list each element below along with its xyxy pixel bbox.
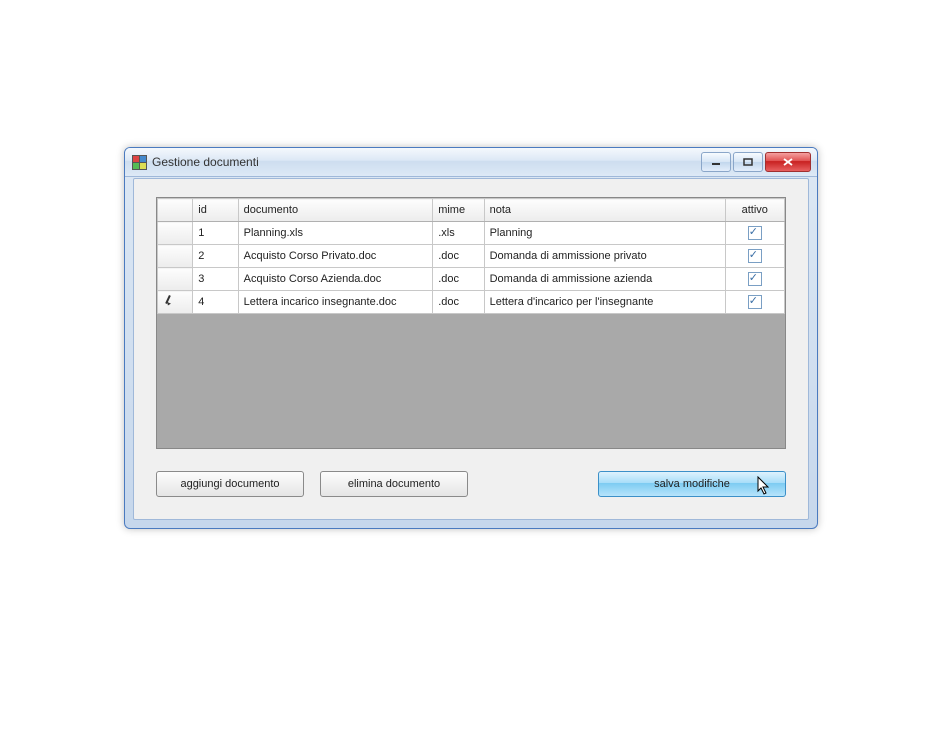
maximize-icon (743, 158, 753, 166)
close-button[interactable] (765, 152, 811, 172)
delete-document-button[interactable]: elimina documento (320, 471, 468, 497)
add-document-button[interactable]: aggiungi documento (156, 471, 304, 497)
cell-mime[interactable]: .xls (433, 222, 484, 245)
cell-documento[interactable]: Planning.xls (238, 222, 433, 245)
row-indicator (158, 245, 193, 268)
grid-header-nota[interactable]: nota (484, 199, 725, 222)
cell-nota[interactable]: Domanda di ammissione privato (484, 245, 725, 268)
grid-header-id[interactable]: id (193, 199, 238, 222)
table-row[interactable]: 4Lettera incarico insegnante.doc.docLett… (158, 291, 785, 314)
cell-attivo[interactable] (725, 222, 785, 245)
attivo-checkbox[interactable] (748, 249, 762, 263)
attivo-checkbox[interactable] (748, 226, 762, 240)
close-icon (783, 158, 793, 166)
cell-mime[interactable]: .doc (433, 268, 484, 291)
cell-attivo[interactable] (725, 291, 785, 314)
attivo-checkbox[interactable] (748, 272, 762, 286)
cell-attivo[interactable] (725, 268, 785, 291)
row-indicator (158, 268, 193, 291)
client-area: id documento mime nota attivo 1Planning.… (133, 178, 809, 520)
cell-attivo[interactable] (725, 245, 785, 268)
attivo-checkbox[interactable] (748, 295, 762, 309)
cell-nota[interactable]: Lettera d'incarico per l'insegnante (484, 291, 725, 314)
minimize-icon (711, 158, 721, 166)
cell-nota[interactable]: Domanda di ammissione azienda (484, 268, 725, 291)
grid-header-attivo[interactable]: attivo (725, 199, 785, 222)
table-row[interactable]: 1Planning.xls.xlsPlanning (158, 222, 785, 245)
button-bar: aggiungi documento elimina documento sal… (156, 471, 786, 497)
edit-indicator-icon (163, 295, 175, 307)
titlebar[interactable]: Gestione documenti (125, 148, 817, 177)
cell-mime[interactable]: .doc (433, 245, 484, 268)
cell-id[interactable]: 1 (193, 222, 238, 245)
grid-header-documento[interactable]: documento (238, 199, 433, 222)
cell-documento[interactable]: Acquisto Corso Azienda.doc (238, 268, 433, 291)
cell-mime[interactable]: .doc (433, 291, 484, 314)
cell-nota[interactable]: Planning (484, 222, 725, 245)
grid-header-indicator[interactable] (158, 199, 193, 222)
maximize-button[interactable] (733, 152, 763, 172)
cell-id[interactable]: 2 (193, 245, 238, 268)
cell-id[interactable]: 4 (193, 291, 238, 314)
row-indicator (158, 222, 193, 245)
minimize-button[interactable] (701, 152, 731, 172)
grid-header-mime[interactable]: mime (433, 199, 484, 222)
table-row[interactable]: 3Acquisto Corso Azienda.doc.docDomanda d… (158, 268, 785, 291)
cell-documento[interactable]: Acquisto Corso Privato.doc (238, 245, 433, 268)
row-indicator (158, 291, 193, 314)
table-row[interactable]: 2Acquisto Corso Privato.doc.docDomanda d… (158, 245, 785, 268)
app-icon (131, 154, 147, 170)
cell-documento[interactable]: Lettera incarico insegnante.doc (238, 291, 433, 314)
window-frame: Gestione documenti id (124, 147, 818, 529)
window-controls (701, 152, 811, 172)
documents-grid[interactable]: id documento mime nota attivo 1Planning.… (156, 197, 786, 449)
grid-header-row: id documento mime nota attivo (158, 199, 785, 222)
window-title: Gestione documenti (152, 155, 701, 169)
save-changes-button[interactable]: salva modifiche (598, 471, 786, 497)
cell-id[interactable]: 3 (193, 268, 238, 291)
